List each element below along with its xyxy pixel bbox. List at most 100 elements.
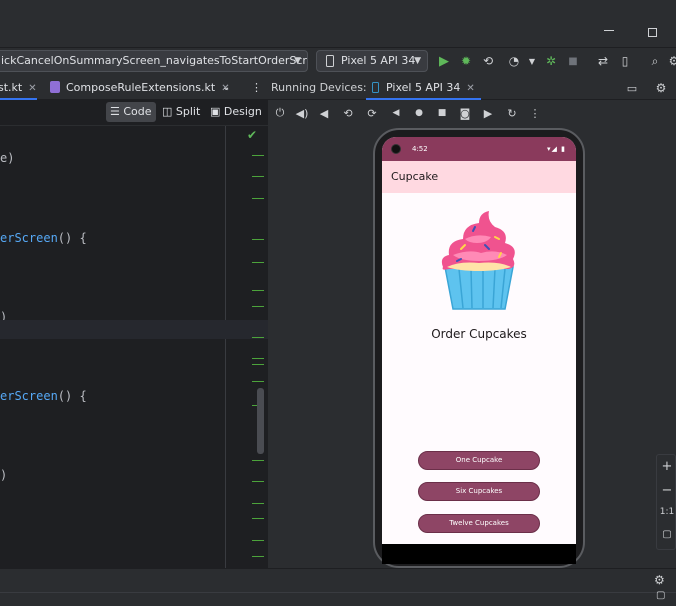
design-mode-label: Design bbox=[223, 105, 262, 118]
code-text: () { bbox=[57, 389, 87, 403]
run-icon[interactable]: ▶ bbox=[436, 53, 452, 69]
zoom-out-button[interactable]: − bbox=[657, 483, 676, 498]
more-options-icon[interactable]: ⋮ bbox=[251, 76, 262, 100]
change-marker bbox=[252, 176, 264, 177]
zoom-in-button[interactable]: + bbox=[657, 459, 676, 474]
order-cupcakes-heading: Order Cupcakes bbox=[431, 327, 527, 341]
function-name: erScreen bbox=[0, 231, 58, 245]
code-line: ) bbox=[0, 468, 8, 482]
change-marker bbox=[252, 262, 264, 263]
current-line-highlight bbox=[0, 320, 268, 339]
running-devices-label: Running Devices: bbox=[271, 81, 367, 94]
zoom-actual-size-button[interactable]: 1:1 bbox=[657, 507, 676, 517]
title-bar bbox=[0, 0, 676, 48]
run-configuration-label: ickCancelOnSummaryScreen_navigatesToStar… bbox=[1, 54, 308, 67]
back-icon[interactable]: ◀ bbox=[388, 105, 404, 121]
one-cupcake-button[interactable]: One Cupcake bbox=[418, 451, 540, 470]
ide-window: ickCancelOnSummaryScreen_navigatesToStar… bbox=[0, 0, 676, 606]
zoom-fit-icon[interactable]: ▢ bbox=[657, 529, 676, 540]
coverage-icon[interactable]: ◔ bbox=[506, 53, 522, 69]
debug-icon[interactable]: ✹ bbox=[458, 53, 474, 69]
code-line: e) bbox=[0, 151, 15, 165]
phone-status-bar: 4:52 ▾◢ ▮ bbox=[382, 137, 576, 161]
profile-icon[interactable]: ⟲ bbox=[480, 53, 496, 69]
settings-icon[interactable]: ⚙ bbox=[654, 573, 665, 587]
change-marker bbox=[252, 503, 264, 504]
split-mode-label: Split bbox=[175, 105, 201, 118]
tab-running-device[interactable]: Pixel 5 API 34 ✕ bbox=[366, 76, 481, 100]
change-marker bbox=[252, 290, 264, 291]
change-marker bbox=[252, 198, 264, 199]
close-icon[interactable]: ✕ bbox=[466, 83, 474, 94]
snapshot-icon[interactable]: ↻ bbox=[504, 105, 520, 121]
check-icon: ✔ bbox=[247, 128, 258, 142]
editor-scrollbar[interactable] bbox=[257, 388, 264, 454]
home-icon[interactable]: ● bbox=[411, 105, 427, 121]
code-line: erScreen() { bbox=[0, 389, 87, 403]
six-cupcakes-button[interactable]: Six Cupcakes bbox=[418, 482, 540, 501]
power-icon[interactable]: ⏻ bbox=[272, 105, 288, 121]
design-mode-button[interactable]: ▣ Design bbox=[206, 102, 266, 122]
window-layout-icon[interactable]: ▭ bbox=[624, 80, 640, 96]
twelve-cupcakes-button[interactable]: Twelve Cupcakes bbox=[418, 514, 540, 533]
function-name: erScreen bbox=[0, 389, 58, 403]
tool-window-bar: ⚙ bbox=[0, 568, 676, 592]
change-marker bbox=[252, 518, 264, 519]
panel-settings-icon[interactable]: ⚙ bbox=[653, 80, 669, 96]
change-marker bbox=[252, 540, 264, 541]
chevron-down-icon: ▼ bbox=[294, 56, 301, 66]
code-line: erScreen() { bbox=[0, 231, 87, 245]
cupcake-image bbox=[441, 211, 515, 310]
zoom-controls: + − 1:1 ▢ bbox=[656, 454, 676, 550]
tab-test-file[interactable]: st.kt ✕ bbox=[0, 76, 37, 100]
tab-compose-rule-extensions[interactable]: ComposeRuleExtensions.kt ✕ bbox=[50, 76, 230, 100]
code-editor[interactable]: e) erScreen() { ) erScreen() { ) bbox=[0, 126, 225, 568]
stop-icon[interactable]: ■ bbox=[565, 53, 581, 69]
chevron-down-icon: ▼ bbox=[414, 56, 421, 66]
change-marker bbox=[252, 358, 264, 359]
running-devices-header: Running Devices: Pixel 5 API 34 ✕ ▭ ⚙ bbox=[268, 76, 676, 100]
device-select-label: Pixel 5 API 34 bbox=[341, 54, 416, 67]
change-marker bbox=[252, 239, 264, 240]
overview-icon[interactable]: ■ bbox=[434, 105, 450, 121]
tab-label: st.kt bbox=[0, 81, 23, 94]
tab-list-chevron-icon[interactable]: ⌄ bbox=[222, 76, 230, 100]
editor-mode-toolbar: ☰ Code ◫ Split ▣ Design bbox=[0, 100, 268, 126]
device-controls-toolbar: ⏻ ◀) ◀ ⟲ ⟳ ◀ ● ■ ◙ ▶ ↻ ⋮ bbox=[268, 100, 676, 126]
code-mode-button[interactable]: ☰ Code bbox=[106, 102, 156, 122]
change-marker bbox=[252, 364, 264, 365]
volume-up-icon[interactable]: ◀) bbox=[294, 105, 310, 121]
screenshot-icon[interactable]: ◙ bbox=[457, 105, 473, 121]
change-marker bbox=[252, 460, 264, 461]
more-options-icon[interactable]: ⋮ bbox=[527, 105, 543, 121]
change-marker bbox=[252, 306, 264, 307]
volume-down-icon[interactable]: ◀ bbox=[316, 105, 332, 121]
run-configuration-select[interactable]: ickCancelOnSummaryScreen_navigatesToStar… bbox=[0, 50, 308, 72]
more-run-chevron-icon[interactable]: ▼ bbox=[524, 53, 540, 69]
status-icon: ▢ bbox=[656, 590, 666, 601]
running-device-tab-label: Pixel 5 API 34 bbox=[386, 81, 461, 94]
apply-changes-icon[interactable]: ✲ bbox=[543, 53, 559, 69]
search-icon[interactable]: ⌕ bbox=[647, 53, 663, 69]
device-manager-icon[interactable]: ▯ bbox=[617, 53, 633, 69]
device-select[interactable]: Pixel 5 API 34 ▼ bbox=[316, 50, 428, 72]
change-marker bbox=[252, 381, 264, 382]
rotate-right-icon[interactable]: ⟳ bbox=[364, 105, 380, 121]
change-marker bbox=[252, 155, 264, 156]
main-toolbar: ickCancelOnSummaryScreen_navigatesToStar… bbox=[0, 48, 676, 76]
sync-icon[interactable]: ⇄ bbox=[595, 53, 611, 69]
camera-icon bbox=[391, 144, 401, 154]
change-marker bbox=[252, 481, 264, 482]
minimize-icon[interactable] bbox=[604, 30, 614, 31]
phone-screen[interactable]: 4:52 ▾◢ ▮ Cupcake Order Cupcakes One Cup… bbox=[382, 137, 576, 544]
error-stripe bbox=[226, 126, 268, 568]
screen-record-icon[interactable]: ▶ bbox=[480, 105, 496, 121]
phone-navigation-bar bbox=[382, 544, 576, 564]
close-icon[interactable]: ✕ bbox=[28, 83, 36, 94]
settings-icon[interactable]: ⚙ bbox=[666, 53, 676, 69]
rotate-left-icon[interactable]: ⟲ bbox=[340, 105, 356, 121]
maximize-icon[interactable] bbox=[648, 28, 657, 37]
split-mode-button[interactable]: ◫ Split bbox=[158, 102, 204, 122]
change-marker bbox=[252, 556, 264, 557]
app-bar: Cupcake bbox=[382, 161, 576, 193]
